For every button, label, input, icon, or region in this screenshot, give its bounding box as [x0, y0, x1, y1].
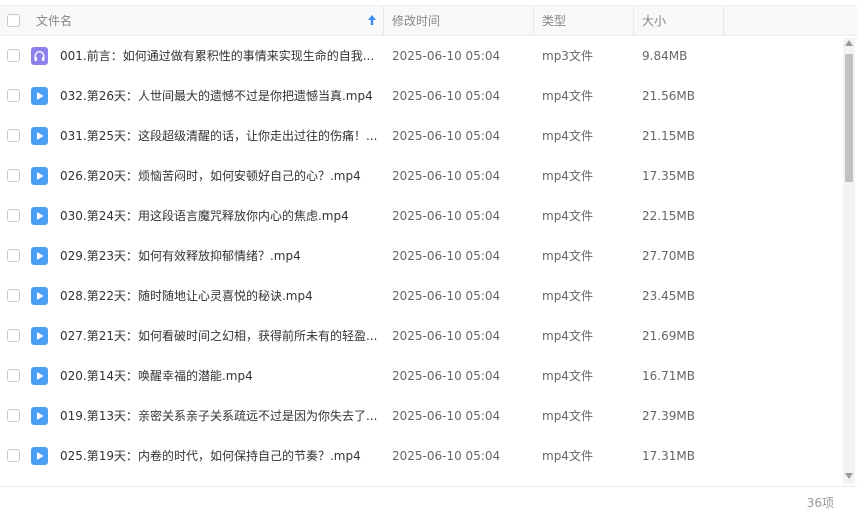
- row-checkbox[interactable]: [7, 329, 20, 342]
- row-checkbox[interactable]: [7, 209, 20, 222]
- file-name[interactable]: 019.第13天：亲密关系亲子关系疏远不过是因为你失去了...: [60, 396, 378, 436]
- column-header-type[interactable]: 类型: [542, 6, 566, 36]
- file-name[interactable]: 026.第20天：烦恼苦闷时，如何安顿好自己的心？.mp4: [60, 156, 378, 196]
- file-list: 001.前言：如何通过做有累积性的事情来实现生命的自我... 2025-06-1…: [0, 36, 840, 476]
- file-size: 16.71MB: [642, 369, 695, 383]
- row-checkbox[interactable]: [7, 169, 20, 182]
- file-type: mp4文件: [542, 89, 593, 103]
- file-row[interactable]: 031.第25天：这段超级清醒的话，让你走出过往的伤痛！... 2025-06-…: [0, 116, 840, 156]
- file-row[interactable]: 020.第14天：唤醒幸福的潜能.mp4 2025-06-10 05:04 mp…: [0, 356, 840, 396]
- file-type: mp4文件: [542, 129, 593, 143]
- file-type: mp4文件: [542, 329, 593, 343]
- file-modified-time: 2025-06-10 05:04: [392, 329, 501, 343]
- file-size: 27.70MB: [642, 249, 695, 263]
- audio-file-icon: [31, 47, 48, 65]
- video-file-icon: [31, 287, 48, 305]
- row-checkbox[interactable]: [7, 449, 20, 462]
- file-row[interactable]: 019.第13天：亲密关系亲子关系疏远不过是因为你失去了... 2025-06-…: [0, 396, 840, 436]
- video-file-icon: [31, 207, 48, 225]
- file-modified-time: 2025-06-10 05:04: [392, 209, 501, 223]
- row-checkbox[interactable]: [7, 409, 20, 422]
- file-size: 21.69MB: [642, 329, 695, 343]
- file-type: mp4文件: [542, 209, 593, 223]
- column-header-name[interactable]: 文件名: [36, 6, 72, 36]
- file-size: 9.84MB: [642, 49, 688, 63]
- video-file-icon: [31, 327, 48, 345]
- file-type: mp4文件: [542, 249, 593, 263]
- file-modified-time: 2025-06-10 05:04: [392, 409, 501, 423]
- file-modified-time: 2025-06-10 05:04: [392, 249, 501, 263]
- file-name[interactable]: 031.第25天：这段超级清醒的话，让你走出过往的伤痛！...: [60, 116, 378, 156]
- row-checkbox[interactable]: [7, 249, 20, 262]
- file-size: 27.39MB: [642, 409, 695, 423]
- video-file-icon: [31, 127, 48, 145]
- file-modified-time: 2025-06-10 05:04: [392, 369, 501, 383]
- file-name[interactable]: 020.第14天：唤醒幸福的潜能.mp4: [60, 356, 378, 396]
- file-row[interactable]: 025.第19天：内卷的时代，如何保持自己的节奏？.mp4 2025-06-10…: [0, 436, 840, 476]
- footer-divider: [0, 486, 857, 487]
- row-checkbox[interactable]: [7, 369, 20, 382]
- column-header-modified-time[interactable]: 修改时间: [392, 6, 440, 36]
- file-name[interactable]: 029.第23天：如何有效释放抑郁情绪？.mp4: [60, 236, 378, 276]
- sort-ascending-icon[interactable]: [366, 12, 378, 28]
- file-name[interactable]: 032.第26天：人世间最大的遗憾不过是你把遗憾当真.mp4: [60, 76, 378, 116]
- file-row[interactable]: 001.前言：如何通过做有累积性的事情来实现生命的自我... 2025-06-1…: [0, 36, 840, 76]
- file-modified-time: 2025-06-10 05:04: [392, 89, 501, 103]
- row-checkbox[interactable]: [7, 289, 20, 302]
- file-row[interactable]: 028.第22天：随时随地让心灵喜悦的秘诀.mp4 2025-06-10 05:…: [0, 276, 840, 316]
- video-file-icon: [31, 247, 48, 265]
- video-file-icon: [31, 407, 48, 425]
- video-file-icon: [31, 367, 48, 385]
- select-all-checkbox[interactable]: [7, 14, 20, 27]
- file-type: mp4文件: [542, 369, 593, 383]
- file-size: 21.15MB: [642, 129, 695, 143]
- file-modified-time: 2025-06-10 05:04: [392, 129, 501, 143]
- scroll-up-arrow-icon[interactable]: [845, 40, 853, 46]
- file-size: 21.56MB: [642, 89, 695, 103]
- file-modified-time: 2025-06-10 05:04: [392, 169, 501, 183]
- file-size: 17.31MB: [642, 449, 695, 463]
- file-size: 23.45MB: [642, 289, 695, 303]
- video-file-icon: [31, 87, 48, 105]
- file-row[interactable]: 032.第26天：人世间最大的遗憾不过是你把遗憾当真.mp4 2025-06-1…: [0, 76, 840, 116]
- scroll-down-arrow-icon[interactable]: [845, 473, 853, 479]
- row-checkbox[interactable]: [7, 89, 20, 102]
- row-checkbox[interactable]: [7, 129, 20, 142]
- file-row[interactable]: 030.第24天：用这段语言魔咒释放你内心的焦虑.mp4 2025-06-10 …: [0, 196, 840, 236]
- file-type: mp3文件: [542, 49, 593, 63]
- file-name[interactable]: 001.前言：如何通过做有累积性的事情来实现生命的自我...: [60, 36, 378, 76]
- video-file-icon: [31, 447, 48, 465]
- column-divider[interactable]: [533, 6, 534, 36]
- row-checkbox[interactable]: [7, 49, 20, 62]
- file-modified-time: 2025-06-10 05:04: [392, 49, 501, 63]
- video-file-icon: [31, 167, 48, 185]
- file-modified-time: 2025-06-10 05:04: [392, 449, 501, 463]
- file-type: mp4文件: [542, 449, 593, 463]
- column-divider[interactable]: [723, 6, 724, 36]
- file-row[interactable]: 029.第23天：如何有效释放抑郁情绪？.mp4 2025-06-10 05:0…: [0, 236, 840, 276]
- column-divider[interactable]: [383, 6, 384, 36]
- file-row[interactable]: 026.第20天：烦恼苦闷时，如何安顿好自己的心？.mp4 2025-06-10…: [0, 156, 840, 196]
- file-name[interactable]: 025.第19天：内卷的时代，如何保持自己的节奏？.mp4: [60, 436, 378, 476]
- file-name[interactable]: 027.第21天：如何看破时间之幻相，获得前所未有的轻盈...: [60, 316, 378, 356]
- column-header-size[interactable]: 大小: [642, 6, 666, 36]
- file-row[interactable]: 027.第21天：如何看破时间之幻相，获得前所未有的轻盈... 2025-06-…: [0, 316, 840, 356]
- scrollbar-thumb[interactable]: [845, 54, 853, 182]
- file-modified-time: 2025-06-10 05:04: [392, 289, 501, 303]
- file-name[interactable]: 030.第24天：用这段语言魔咒释放你内心的焦虑.mp4: [60, 196, 378, 236]
- file-list-header: 文件名 修改时间 类型 大小: [0, 5, 857, 36]
- item-count: 36项: [806, 496, 834, 510]
- file-type: mp4文件: [542, 289, 593, 303]
- file-name[interactable]: 028.第22天：随时随地让心灵喜悦的秘诀.mp4: [60, 276, 378, 316]
- file-type: mp4文件: [542, 409, 593, 423]
- file-size: 22.15MB: [642, 209, 695, 223]
- file-size: 17.35MB: [642, 169, 695, 183]
- column-divider[interactable]: [633, 6, 634, 36]
- file-type: mp4文件: [542, 169, 593, 183]
